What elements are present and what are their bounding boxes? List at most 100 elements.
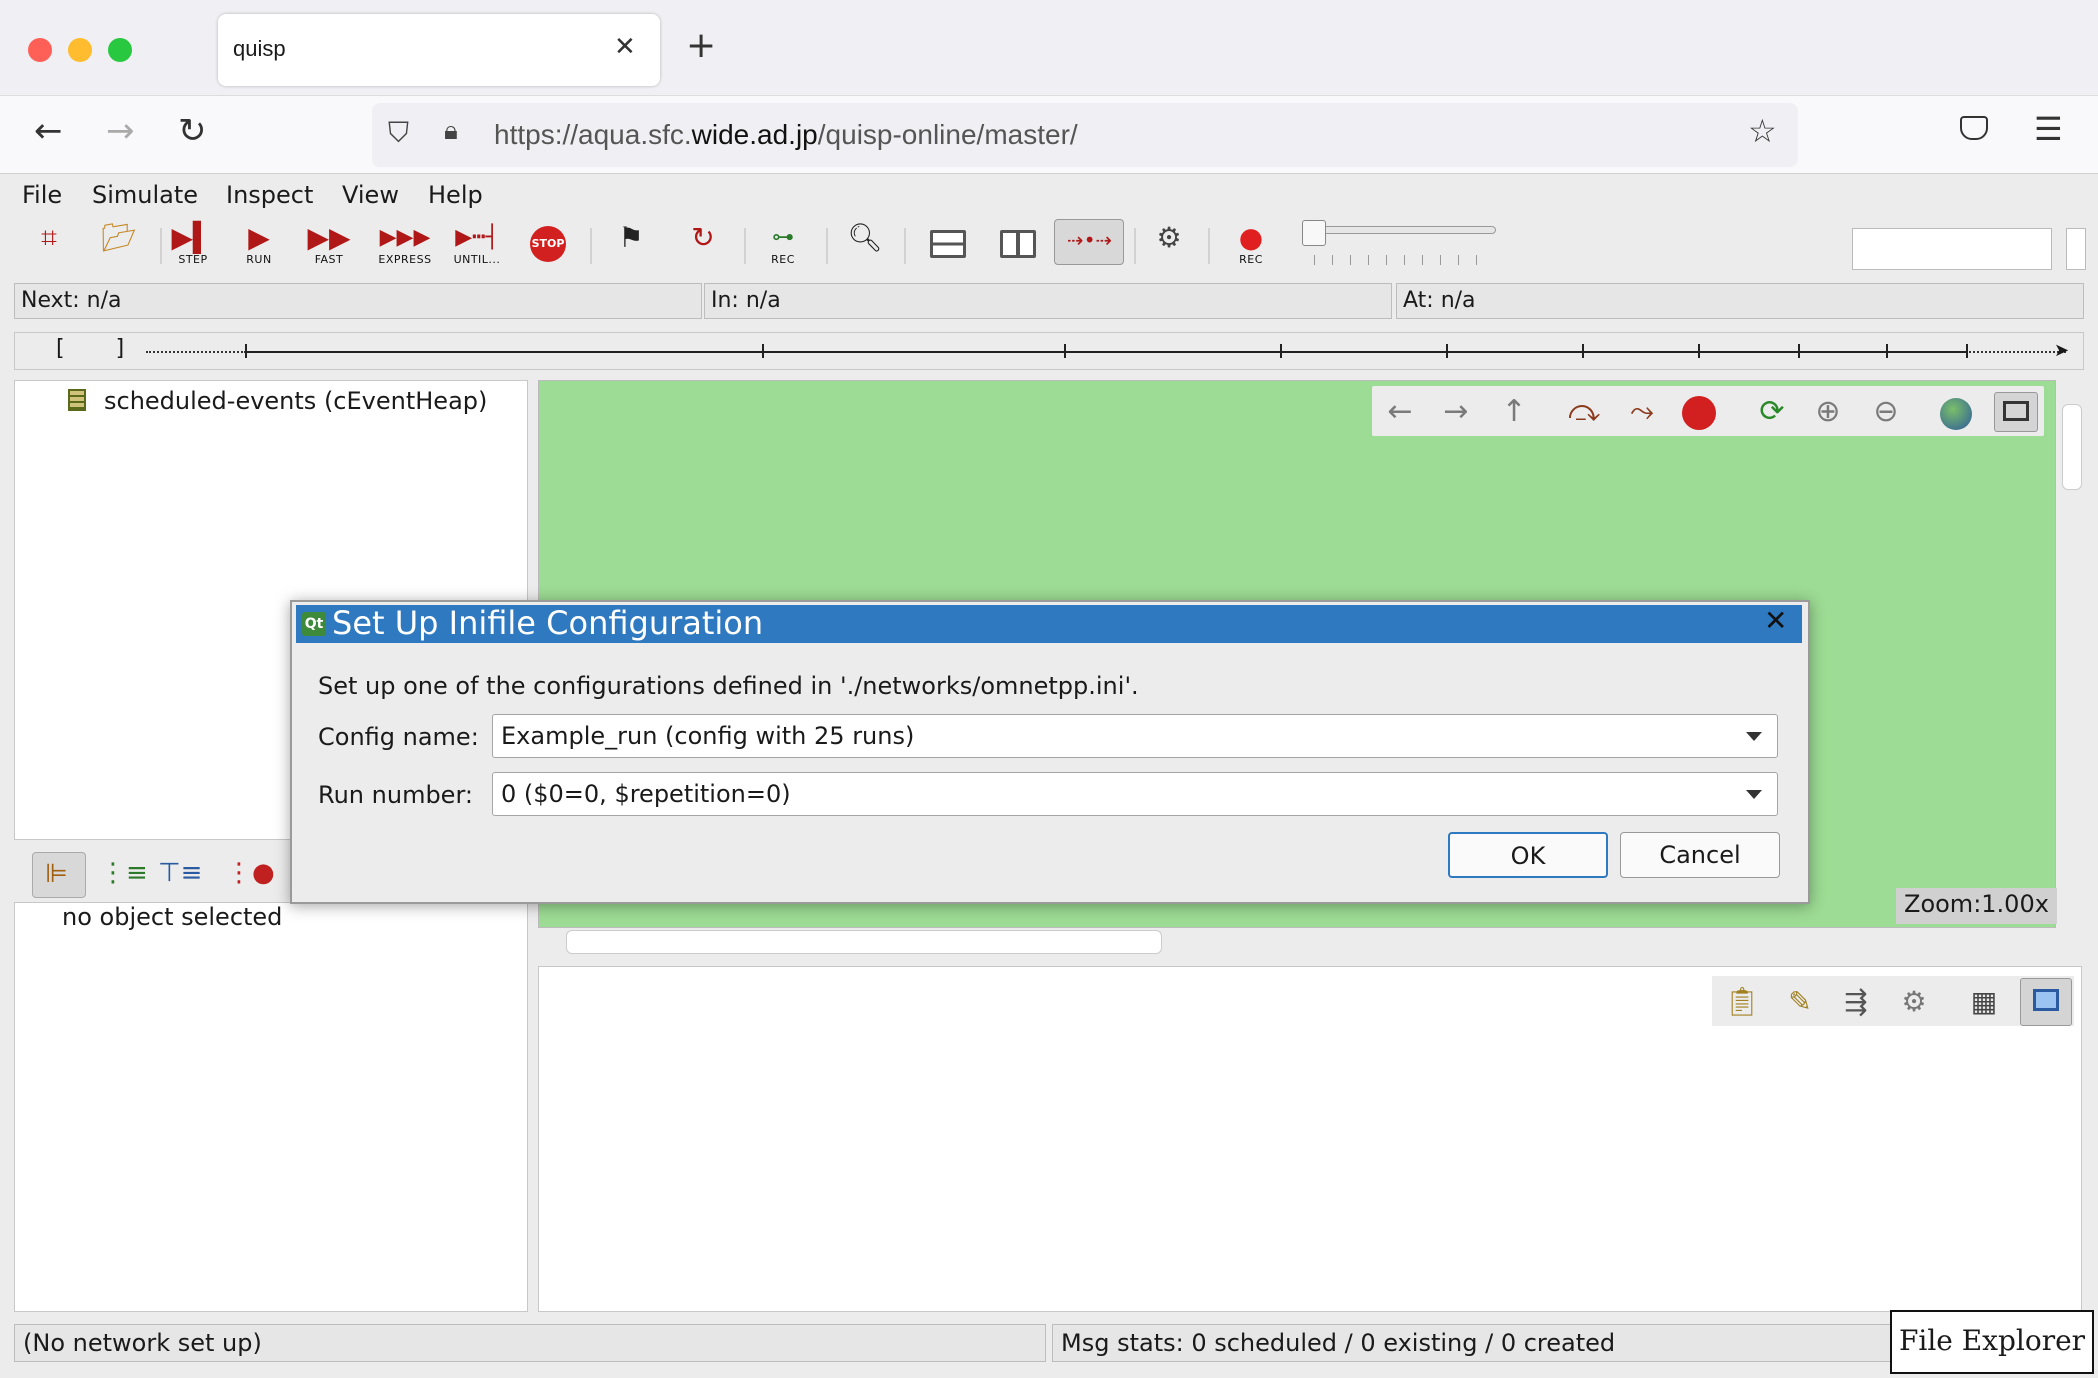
zoom-in-icon[interactable]: ⊕ (1808, 392, 1848, 432)
back-arrow-icon[interactable]: ← (34, 114, 63, 148)
menu-view[interactable]: View (342, 181, 399, 209)
menu-help[interactable]: Help (428, 181, 483, 209)
object-tree-item[interactable]: scheduled-events (cEventHeap) (104, 387, 487, 415)
next-event-status: Next: n/a (14, 283, 702, 319)
menu-simulate[interactable]: Simulate (92, 181, 198, 209)
pocket-icon[interactable] (1960, 116, 1988, 140)
new-network-icon: ⌗ (41, 221, 57, 254)
log-view-toggle[interactable] (2020, 978, 2072, 1026)
folder-open-icon: 📂︎ (101, 221, 137, 254)
event-heap-icon (68, 389, 86, 411)
dialog-close-icon[interactable]: ✕ (1764, 604, 1787, 637)
event-at-status: At: n/a (1396, 283, 2084, 319)
log-copy-icon[interactable]: 📋︎ (1720, 980, 1764, 1024)
timeline-tick (1966, 344, 1968, 358)
step-to-module-icon[interactable]: ⤼ (1564, 392, 1604, 432)
timeline-tick (1582, 344, 1584, 358)
finish-simulation-button[interactable]: ⚑ (604, 222, 658, 274)
maximize-window-button[interactable] (108, 38, 132, 62)
tab-close-icon[interactable]: ✕ (614, 32, 636, 62)
new-network-button[interactable]: ⌗ (22, 222, 76, 274)
horizontal-layout-icon[interactable] (930, 230, 966, 258)
toolbar-separator (904, 228, 906, 264)
toolbar-separator (826, 228, 828, 264)
horizontal-scroll-thumb[interactable] (566, 930, 1162, 954)
fast-run-button[interactable]: ▶︎▶︎ FAST (302, 222, 356, 274)
load-ned-button[interactable]: 📂︎ (92, 222, 146, 274)
forward-arrow-icon[interactable]: → (106, 114, 135, 148)
menu-file[interactable]: File (22, 181, 62, 209)
bookmark-star-icon[interactable]: ☆ (1748, 112, 1777, 150)
children-list-icon: ⋮≡ (100, 858, 148, 888)
cancel-button[interactable]: Cancel (1620, 832, 1780, 878)
run-number-select[interactable]: 0 ($0=0, $repetition=0) (492, 772, 1778, 816)
relayout-icon[interactable]: ⟳ (1752, 392, 1792, 432)
animation-speed-slider[interactable] (1304, 226, 1496, 234)
file-explorer-button[interactable]: File Explorer (1890, 1310, 2094, 1374)
inheritance-mode-button[interactable]: ⊤≡ (148, 852, 202, 898)
hamburger-menu-icon[interactable]: ☰ (2034, 110, 2063, 148)
speed-slider-handle[interactable] (1302, 220, 1326, 246)
stop-icon[interactable] (1682, 396, 1716, 430)
run-until-button[interactable]: ▶︎┅┤ UNTIL... (450, 222, 504, 274)
shield-icon[interactable]: ⛉ (388, 116, 409, 150)
express-run-button[interactable]: ▶︎▶︎▶︎ EXPRESS (378, 222, 432, 274)
run-button[interactable]: ▶︎ RUN (232, 222, 286, 274)
reload-icon[interactable]: ↻ (178, 114, 207, 148)
vertical-scroll-thumb[interactable] (2062, 404, 2082, 490)
toolbar-search-input[interactable] (1852, 228, 2052, 270)
stop-button[interactable]: STOP (530, 226, 566, 262)
config-name-select[interactable]: Example_run (config with 25 runs) (492, 714, 1778, 758)
log-settings-gear-icon[interactable]: ⚙ (1892, 980, 1936, 1024)
search-icon: 🔍︎ (847, 221, 883, 254)
speed-slider-ticks (1314, 255, 1494, 265)
eventlog-recording-button[interactable]: ⊶ REC (756, 222, 810, 274)
checkered-flag-icon: ⚑ (618, 221, 644, 254)
log-filter-icon[interactable]: ⇶ (1834, 980, 1878, 1024)
tree-mode-button[interactable]: ⊫ (32, 852, 86, 898)
rebuild-icon: ↻ (691, 221, 715, 254)
messages-view-icon[interactable]: ▦ (1962, 980, 2006, 1024)
children-mode-button[interactable]: ⋮≡ (88, 852, 148, 898)
url-text[interactable]: https://aqua.sfc.wide.ad.jp/quisp-online… (494, 119, 1078, 151)
timeline-toggle-button[interactable]: ⇢•⇢ (1054, 219, 1124, 265)
log-highlight-icon[interactable]: ✎ (1778, 980, 1822, 1024)
record-video-button[interactable]: ● REC (1224, 222, 1278, 274)
forward-arrow-icon[interactable]: → (1436, 392, 1476, 432)
ok-button[interactable]: OK (1448, 832, 1608, 878)
lock-icon[interactable]: 🔒︎ (444, 116, 458, 147)
gear-icon: ⚙ (1156, 221, 1182, 254)
zoom-level-label: Zoom:1.00x (1896, 888, 2057, 924)
preferences-button[interactable]: ⚙ (1142, 222, 1196, 274)
zoom-out-icon[interactable]: ⊖ (1866, 392, 1906, 432)
minimize-window-button[interactable] (68, 38, 92, 62)
back-arrow-icon[interactable]: ← (1380, 392, 1420, 432)
timeline-tick (245, 344, 247, 358)
vertical-layout-icon[interactable] (1000, 230, 1036, 258)
log-view-icon (2033, 989, 2059, 1011)
module-view-toggle[interactable] (1994, 392, 2038, 432)
toolbar-separator (590, 228, 592, 264)
close-window-button[interactable] (28, 38, 52, 62)
go-to-parent-icon[interactable]: ↑ (1494, 392, 1534, 432)
grouped-icon: ⋮● (226, 858, 275, 888)
object-inspector-panel[interactable] (14, 902, 528, 1312)
run-icon: ▶︎ (248, 221, 270, 254)
globe-icon[interactable] (1940, 398, 1972, 430)
chevron-down-icon[interactable] (1746, 732, 1762, 741)
menu-inspect[interactable]: Inspect (226, 181, 313, 209)
find-objects-button[interactable]: 🔍︎ (838, 222, 892, 274)
new-tab-button[interactable]: + (686, 28, 716, 64)
grouped-mode-button[interactable]: ⋮● (214, 852, 275, 898)
step-button[interactable]: ▶︎▍ STEP (166, 222, 220, 274)
run-until-icon: ▶︎┅┤ (455, 225, 499, 250)
rebuild-network-button[interactable]: ↻ (676, 222, 730, 274)
timeline-tick (1698, 344, 1700, 358)
toolbar-overflow[interactable] (2066, 228, 2086, 270)
config-name-label: Config name: (318, 723, 479, 751)
chevron-down-icon[interactable] (1746, 790, 1762, 799)
dialog-title: Set Up Inifile Configuration (332, 604, 764, 642)
event-in-status: In: n/a (704, 283, 1392, 319)
toolbar-separator (744, 228, 746, 264)
fast-to-module-icon[interactable]: ⤳ (1622, 392, 1662, 432)
